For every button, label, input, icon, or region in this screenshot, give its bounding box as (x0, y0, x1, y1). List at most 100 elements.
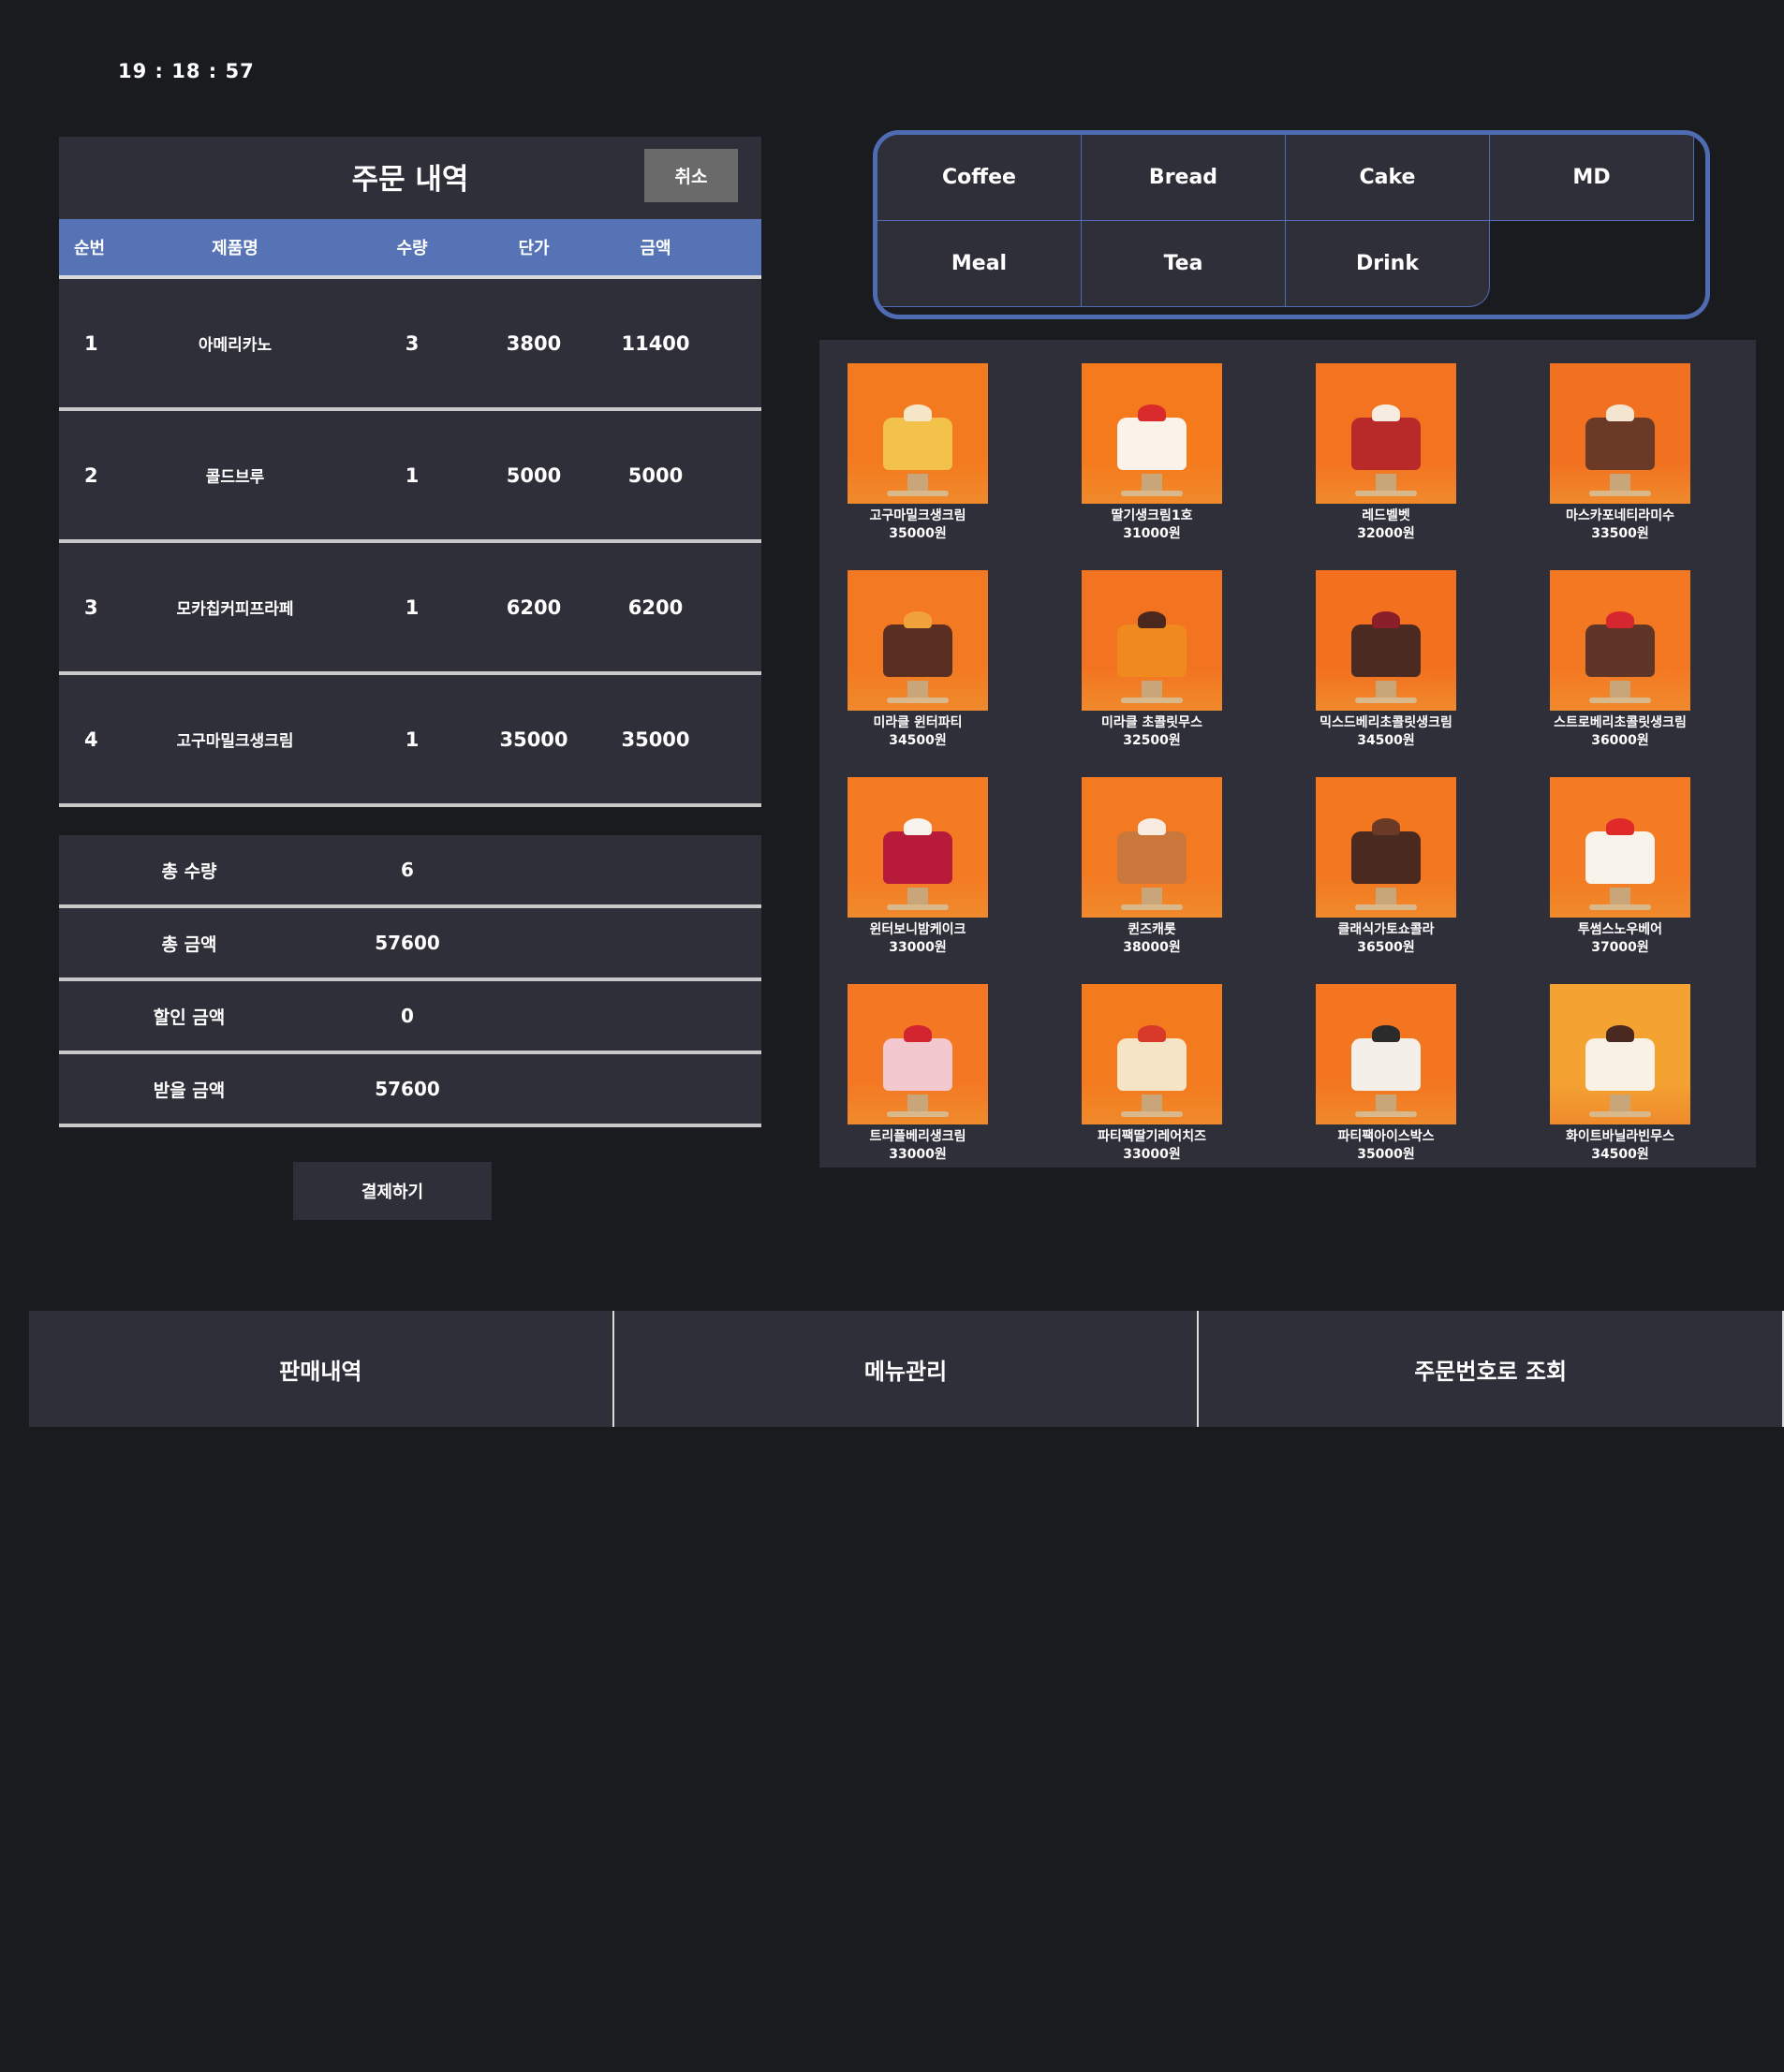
header-name: 제품명 (212, 239, 258, 258)
product-name: 딸기생크림1호 (1111, 508, 1193, 523)
tab-drink[interactable]: Drink (1286, 221, 1490, 307)
header-qty: 수량 (396, 239, 428, 258)
product-price: 37000원 (1591, 940, 1649, 955)
product-name: 파티팩아이스박스 (1337, 1129, 1435, 1144)
sales-history-button[interactable]: 판매내역 (29, 1311, 614, 1427)
product-item[interactable]: 딸기생크림1호 31000원 (1068, 363, 1236, 543)
product-price: 32500원 (1123, 733, 1181, 748)
row-no: 3 (84, 595, 98, 619)
product-name: 투썸스노우베어 (1577, 922, 1663, 937)
product-item[interactable]: 고구마밀크생크림 35000원 (833, 363, 1002, 543)
order-summary: 총 수량 6 총 금액 57600 할인 금액 0 받을 금액 57600 (59, 835, 761, 1127)
row-amount: 5000 (627, 463, 684, 487)
product-name: 스트로베리초콜릿생크림 (1554, 715, 1687, 730)
pay-button[interactable]: 결제하기 (293, 1162, 492, 1220)
summary-total-qty: 총 수량 6 (59, 835, 761, 908)
summary-receivable: 받을 금액 57600 (59, 1054, 761, 1127)
product-item[interactable]: 마스카포네티라미수 33500원 (1536, 363, 1704, 543)
tab-coffee[interactable]: Coffee (877, 135, 1082, 221)
row-no: 1 (84, 331, 98, 355)
product-image (1316, 570, 1456, 711)
menu-management-button[interactable]: 메뉴관리 (613, 1311, 1200, 1427)
tab-md[interactable]: MD (1490, 135, 1694, 221)
product-item[interactable]: 클래식가토쇼콜라 36500원 (1302, 777, 1470, 957)
order-row[interactable]: 1 아메리카노 3 3800 11400 (59, 279, 761, 411)
product-price: 33000원 (889, 940, 947, 955)
row-amount: 35000 (621, 727, 690, 751)
tab-tea[interactable]: Tea (1082, 221, 1286, 307)
product-name: 믹스드베리초콜릿생크림 (1320, 715, 1452, 730)
tab-bread[interactable]: Bread (1082, 135, 1286, 221)
cancel-button[interactable]: 취소 (644, 149, 738, 202)
summary-label: 받을 금액 (153, 1080, 226, 1101)
product-name: 마스카포네티라미수 (1566, 508, 1674, 523)
row-no: 2 (84, 463, 98, 487)
summary-value: 57600 (375, 932, 440, 954)
product-item[interactable]: 파티팩딸기레어치즈 33000원 (1068, 984, 1236, 1164)
summary-value: 6 (401, 859, 414, 881)
row-qty: 3 (405, 331, 420, 355)
product-name: 파티팩딸기레어치즈 (1098, 1129, 1206, 1144)
tab-cake[interactable]: Cake (1286, 135, 1490, 221)
product-item[interactable]: 레드벨벳 32000원 (1302, 363, 1470, 543)
order-row[interactable]: 2 콜드브루 1 5000 5000 (59, 411, 761, 543)
summary-label: 할인 금액 (153, 1007, 226, 1028)
summary-label: 총 수량 (161, 860, 217, 882)
summary-label: 총 금액 (161, 933, 217, 955)
product-image (1316, 984, 1456, 1124)
tab-meal[interactable]: Meal (877, 221, 1082, 307)
product-image (1082, 570, 1222, 711)
bottom-nav: 판매내역 메뉴관리 주문번호로 조회 (29, 1311, 1784, 1427)
product-name: 레드벨벳 (1362, 508, 1410, 523)
product-price: 31000원 (1123, 526, 1181, 541)
order-header: 주문 내역 취소 (59, 137, 761, 219)
product-price: 35000원 (1357, 1147, 1415, 1162)
order-row[interactable]: 3 모카칩커피프라페 1 6200 6200 (59, 543, 761, 675)
product-image (1316, 777, 1456, 918)
row-no: 4 (84, 727, 98, 751)
product-item[interactable]: 트리플베리생크림 33000원 (833, 984, 1002, 1164)
product-name: 트리플베리생크림 (869, 1129, 966, 1144)
product-name: 화이트바닐라빈무스 (1566, 1129, 1674, 1144)
product-image (1550, 777, 1690, 918)
product-item[interactable]: 스트로베리초콜릿생크림 36000원 (1536, 570, 1704, 750)
product-item[interactable]: 투썸스노우베어 37000원 (1536, 777, 1704, 957)
product-price: 33500원 (1591, 526, 1649, 541)
product-grid: 고구마밀크생크림 35000원 딸기생크림1호 31000원 레드벨벳 32000원 마스카… (819, 340, 1756, 1168)
product-price: 33000원 (889, 1147, 947, 1162)
order-row[interactable]: 4 고구마밀크생크림 1 35000 35000 (59, 675, 761, 807)
order-number-search-button[interactable]: 주문번호로 조회 (1199, 1311, 1784, 1427)
product-image (848, 363, 988, 504)
product-price: 35000원 (889, 526, 947, 541)
row-price: 5000 (506, 463, 562, 487)
product-price: 36000원 (1591, 733, 1649, 748)
product-item[interactable]: 미라클 초콜릿무스 32500원 (1068, 570, 1236, 750)
product-price: 34500원 (889, 733, 947, 748)
product-price: 34500원 (1357, 733, 1415, 748)
product-price: 38000원 (1123, 940, 1181, 955)
product-price: 32000원 (1357, 526, 1415, 541)
summary-total-amount: 총 금액 57600 (59, 908, 761, 981)
product-item[interactable]: 윈터보니밤케이크 33000원 (833, 777, 1002, 957)
product-name: 퀸즈캐롯 (1128, 922, 1176, 937)
product-image (1082, 777, 1222, 918)
product-image (1550, 363, 1690, 504)
row-qty: 1 (405, 727, 420, 751)
product-item[interactable]: 믹스드베리초콜릿생크림 34500원 (1302, 570, 1470, 750)
product-name: 고구마밀크생크림 (869, 508, 966, 523)
product-price: 33000원 (1123, 1147, 1181, 1162)
product-image (1550, 984, 1690, 1124)
summary-discount: 할인 금액 0 (59, 981, 761, 1054)
product-image (1316, 363, 1456, 504)
product-item[interactable]: 미라클 윈터파티 34500원 (833, 570, 1002, 750)
product-item[interactable]: 화이트바닐라빈무스 34500원 (1536, 984, 1704, 1164)
row-amount: 11400 (621, 331, 690, 355)
row-qty: 1 (405, 463, 420, 487)
product-image (1550, 570, 1690, 711)
row-name: 아메리카노 (198, 336, 273, 355)
product-item[interactable]: 파티팩아이스박스 35000원 (1302, 984, 1470, 1164)
product-item[interactable]: 퀸즈캐롯 38000원 (1068, 777, 1236, 957)
product-price: 36500원 (1357, 940, 1415, 955)
row-name: 콜드브루 (205, 468, 265, 487)
header-amount: 금액 (640, 239, 671, 258)
